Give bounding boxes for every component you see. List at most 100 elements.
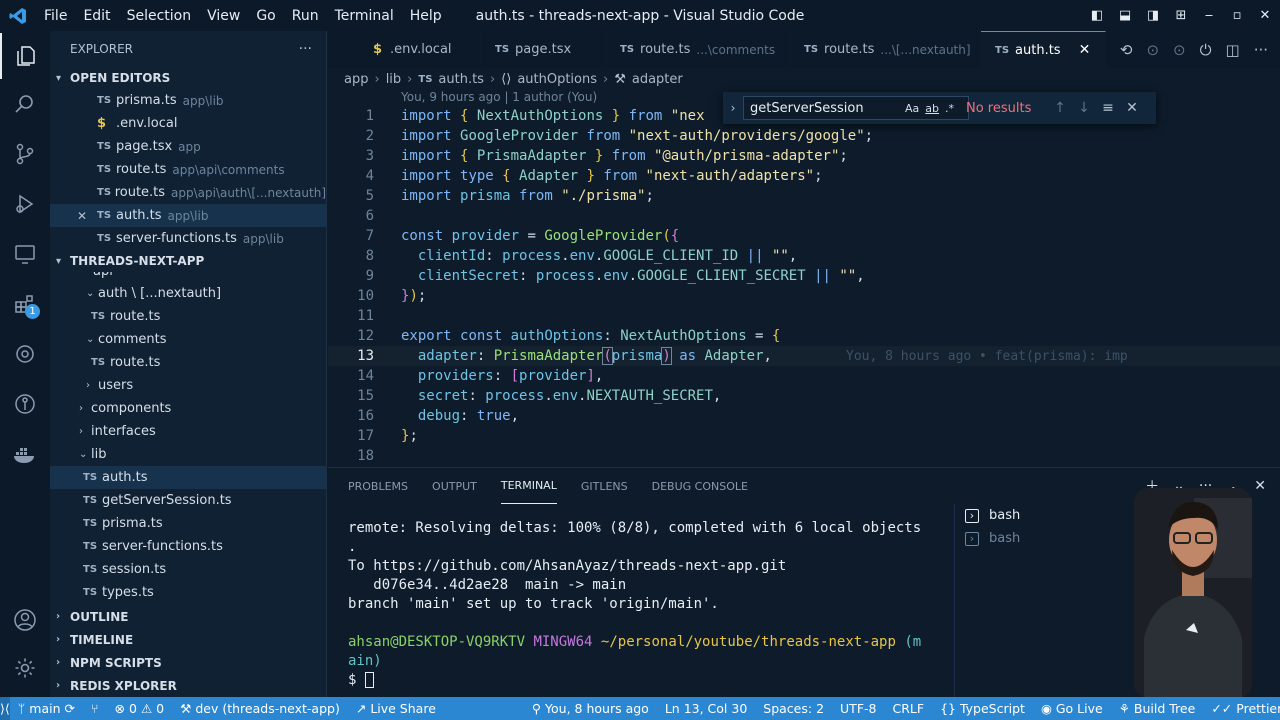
open-editor-item-active[interactable]: ✕ TS auth.ts app\lib bbox=[50, 204, 326, 227]
tab-auth-ts[interactable]: TS auth.ts ✕ bbox=[981, 31, 1106, 68]
tree-folder[interactable]: › interfaces bbox=[50, 420, 326, 443]
menu-file[interactable]: File bbox=[36, 8, 75, 24]
open-changes-icon[interactable]: ⟲ bbox=[1120, 41, 1133, 59]
encoding[interactable]: UTF-8 bbox=[832, 697, 884, 720]
explorer-icon[interactable] bbox=[0, 33, 50, 79]
previous-match-arrow-icon[interactable]: ↑ bbox=[1048, 100, 1072, 116]
testing-icon[interactable] bbox=[0, 331, 50, 377]
menu-selection[interactable]: Selection bbox=[119, 8, 200, 24]
close-window-icon[interactable]: ✕ bbox=[1256, 8, 1274, 23]
menu-terminal[interactable]: Terminal bbox=[327, 8, 402, 24]
tab-env-local[interactable]: $ .env.local bbox=[328, 31, 481, 68]
search-icon[interactable] bbox=[0, 81, 50, 127]
match-whole-word-toggle[interactable]: ab bbox=[925, 102, 939, 115]
breadcrumb-item[interactable]: app bbox=[344, 72, 368, 87]
blame-indicator[interactable]: ⚲ You, 8 hours ago bbox=[524, 697, 657, 720]
remote-explorer-icon[interactable] bbox=[0, 231, 50, 277]
manage-gear-icon[interactable] bbox=[0, 645, 50, 691]
menu-help[interactable]: Help bbox=[402, 8, 450, 24]
open-editor-item[interactable]: TS page.tsx app bbox=[50, 135, 326, 158]
open-editor-item[interactable]: TS route.ts app\api\comments bbox=[50, 158, 326, 181]
project-section[interactable]: ▾ THREADS-NEXT-APP bbox=[50, 250, 326, 272]
run-debug-icon[interactable] bbox=[0, 181, 50, 227]
redis-xplorer-section[interactable]: › REDIS XPLORER bbox=[50, 674, 326, 697]
terminal-output[interactable]: remote: Resolving deltas: 100% (8/8), co… bbox=[348, 520, 938, 691]
branch-indicator[interactable]: ᛘ main ⟳ bbox=[10, 697, 83, 720]
open-editor-item[interactable]: TS route.ts app\api\auth\[...nextauth] bbox=[50, 181, 326, 204]
tree-folder[interactable]: ⌄ comments bbox=[50, 328, 326, 351]
sync-icon[interactable]: ⟳ bbox=[65, 701, 75, 716]
indentation[interactable]: Spaces: 2 bbox=[755, 697, 832, 720]
close-panel-icon[interactable]: ✕ bbox=[1254, 478, 1266, 494]
breadcrumb-item[interactable]: adapter bbox=[632, 72, 683, 87]
toggle-primary-sidebar-icon[interactable]: ◧ bbox=[1088, 8, 1106, 23]
tab-page-tsx[interactable]: TS page.tsx bbox=[481, 31, 606, 68]
more-actions-icon[interactable]: ··· bbox=[299, 41, 312, 57]
match-case-toggle[interactable]: Aa bbox=[905, 102, 919, 115]
tree-folder[interactable]: ⌄ auth \ [...nextauth] bbox=[50, 282, 326, 305]
breadcrumb-item[interactable]: authOptions bbox=[517, 72, 597, 87]
remote-indicator[interactable]: ⟩⟨ bbox=[0, 697, 10, 720]
tree-file[interactable]: TS types.ts bbox=[50, 581, 326, 604]
tree-folder[interactable]: › components bbox=[50, 397, 326, 420]
split-editor-icon[interactable]: ◫ bbox=[1226, 41, 1240, 59]
tab-route-nextauth[interactable]: TS route.ts ...\[...nextauth] bbox=[790, 31, 981, 68]
gitlens-inspect-icon[interactable]: ⏻ bbox=[1200, 41, 1212, 59]
account-icon[interactable] bbox=[0, 597, 50, 643]
live-share-button[interactable]: ↗ Live Share bbox=[348, 697, 444, 720]
menu-run[interactable]: Run bbox=[284, 8, 327, 24]
git-graph-indicator[interactable]: ⑂ bbox=[83, 697, 107, 720]
end-of-line[interactable]: CRLF bbox=[884, 697, 932, 720]
tab-gitlens[interactable]: GITLENS bbox=[581, 468, 628, 504]
menu-view[interactable]: View bbox=[199, 8, 248, 24]
open-editor-item[interactable]: $ .env.local bbox=[50, 112, 326, 135]
extensions-icon[interactable]: 1 bbox=[0, 281, 50, 327]
tab-output[interactable]: OUTPUT bbox=[432, 468, 477, 504]
open-editors-section[interactable]: ▾ OPEN EDITORS bbox=[50, 67, 326, 89]
dev-script-indicator[interactable]: ⚒ dev (threads-next-app) bbox=[172, 697, 348, 720]
build-tree-button[interactable]: ⚘ Build Tree bbox=[1111, 697, 1204, 720]
language-mode[interactable]: {} TypeScript bbox=[932, 697, 1033, 720]
close-find-icon[interactable]: ✕ bbox=[1120, 100, 1144, 116]
cursor-position[interactable]: Ln 13, Col 30 bbox=[657, 697, 755, 720]
close-editor-icon[interactable]: ✕ bbox=[77, 209, 97, 223]
tree-folder[interactable]: › users bbox=[50, 374, 326, 397]
go-live-button[interactable]: ◉ Go Live bbox=[1033, 697, 1111, 720]
tree-folder[interactable]: ⌄ lib bbox=[50, 443, 326, 466]
source-control-icon[interactable] bbox=[0, 131, 50, 177]
problems-indicator[interactable]: ⊗ 0 ⚠ 0 bbox=[107, 697, 173, 720]
npm-scripts-section[interactable]: › NPM SCRIPTS bbox=[50, 651, 326, 674]
tree-file[interactable]: TS prisma.ts bbox=[50, 512, 326, 535]
tree-file[interactable]: TS session.ts bbox=[50, 558, 326, 581]
toggle-secondary-sidebar-icon[interactable]: ◨ bbox=[1144, 8, 1162, 23]
open-editor-item[interactable]: TS server-functions.ts app\lib bbox=[50, 227, 326, 250]
prettier-button[interactable]: ✓✓ Prettier bbox=[1203, 697, 1280, 720]
tree-file-active[interactable]: TS auth.ts bbox=[50, 466, 326, 489]
tab-problems[interactable]: PROBLEMS bbox=[348, 468, 408, 504]
minimize-icon[interactable]: ‒ bbox=[1200, 8, 1218, 23]
next-change-icon[interactable]: ⊙ bbox=[1173, 41, 1186, 59]
breadcrumb-item[interactable]: auth.ts bbox=[438, 72, 484, 87]
previous-change-icon[interactable]: ⊙ bbox=[1146, 41, 1159, 59]
tab-route-comments[interactable]: TS route.ts ...\comments bbox=[606, 31, 790, 68]
restore-icon[interactable]: ▫ bbox=[1228, 8, 1246, 23]
use-regex-toggle[interactable]: .* bbox=[945, 102, 954, 115]
find-in-selection-icon[interactable]: ≡ bbox=[1096, 100, 1120, 116]
menu-edit[interactable]: Edit bbox=[75, 8, 118, 24]
tab-debug-console[interactable]: DEBUG CONSOLE bbox=[652, 468, 748, 504]
more-actions-icon[interactable]: ··· bbox=[1254, 41, 1268, 59]
timeline-section[interactable]: › TIMELINE bbox=[50, 628, 326, 651]
tree-file[interactable]: TS route.ts bbox=[50, 305, 326, 328]
open-editor-item[interactable]: TS prisma.ts app\lib bbox=[50, 89, 326, 112]
customize-layout-icon[interactable]: ⊞ bbox=[1172, 8, 1190, 23]
gitlens-icon[interactable] bbox=[0, 381, 50, 427]
tree-file[interactable]: TS server-functions.ts bbox=[50, 535, 326, 558]
outline-section[interactable]: › OUTLINE bbox=[50, 605, 326, 628]
menu-go[interactable]: Go bbox=[248, 8, 283, 24]
inline-blame[interactable]: You, 8 hours ago • feat(prisma): imp bbox=[846, 349, 1128, 364]
breadcrumb-item[interactable]: lib bbox=[386, 72, 401, 87]
toggle-replace-chevron-icon[interactable]: › bbox=[723, 101, 743, 115]
docker-icon[interactable] bbox=[0, 431, 50, 477]
next-match-arrow-icon[interactable]: ↓ bbox=[1072, 100, 1096, 116]
toggle-panel-icon[interactable]: ⬓ bbox=[1116, 8, 1134, 23]
